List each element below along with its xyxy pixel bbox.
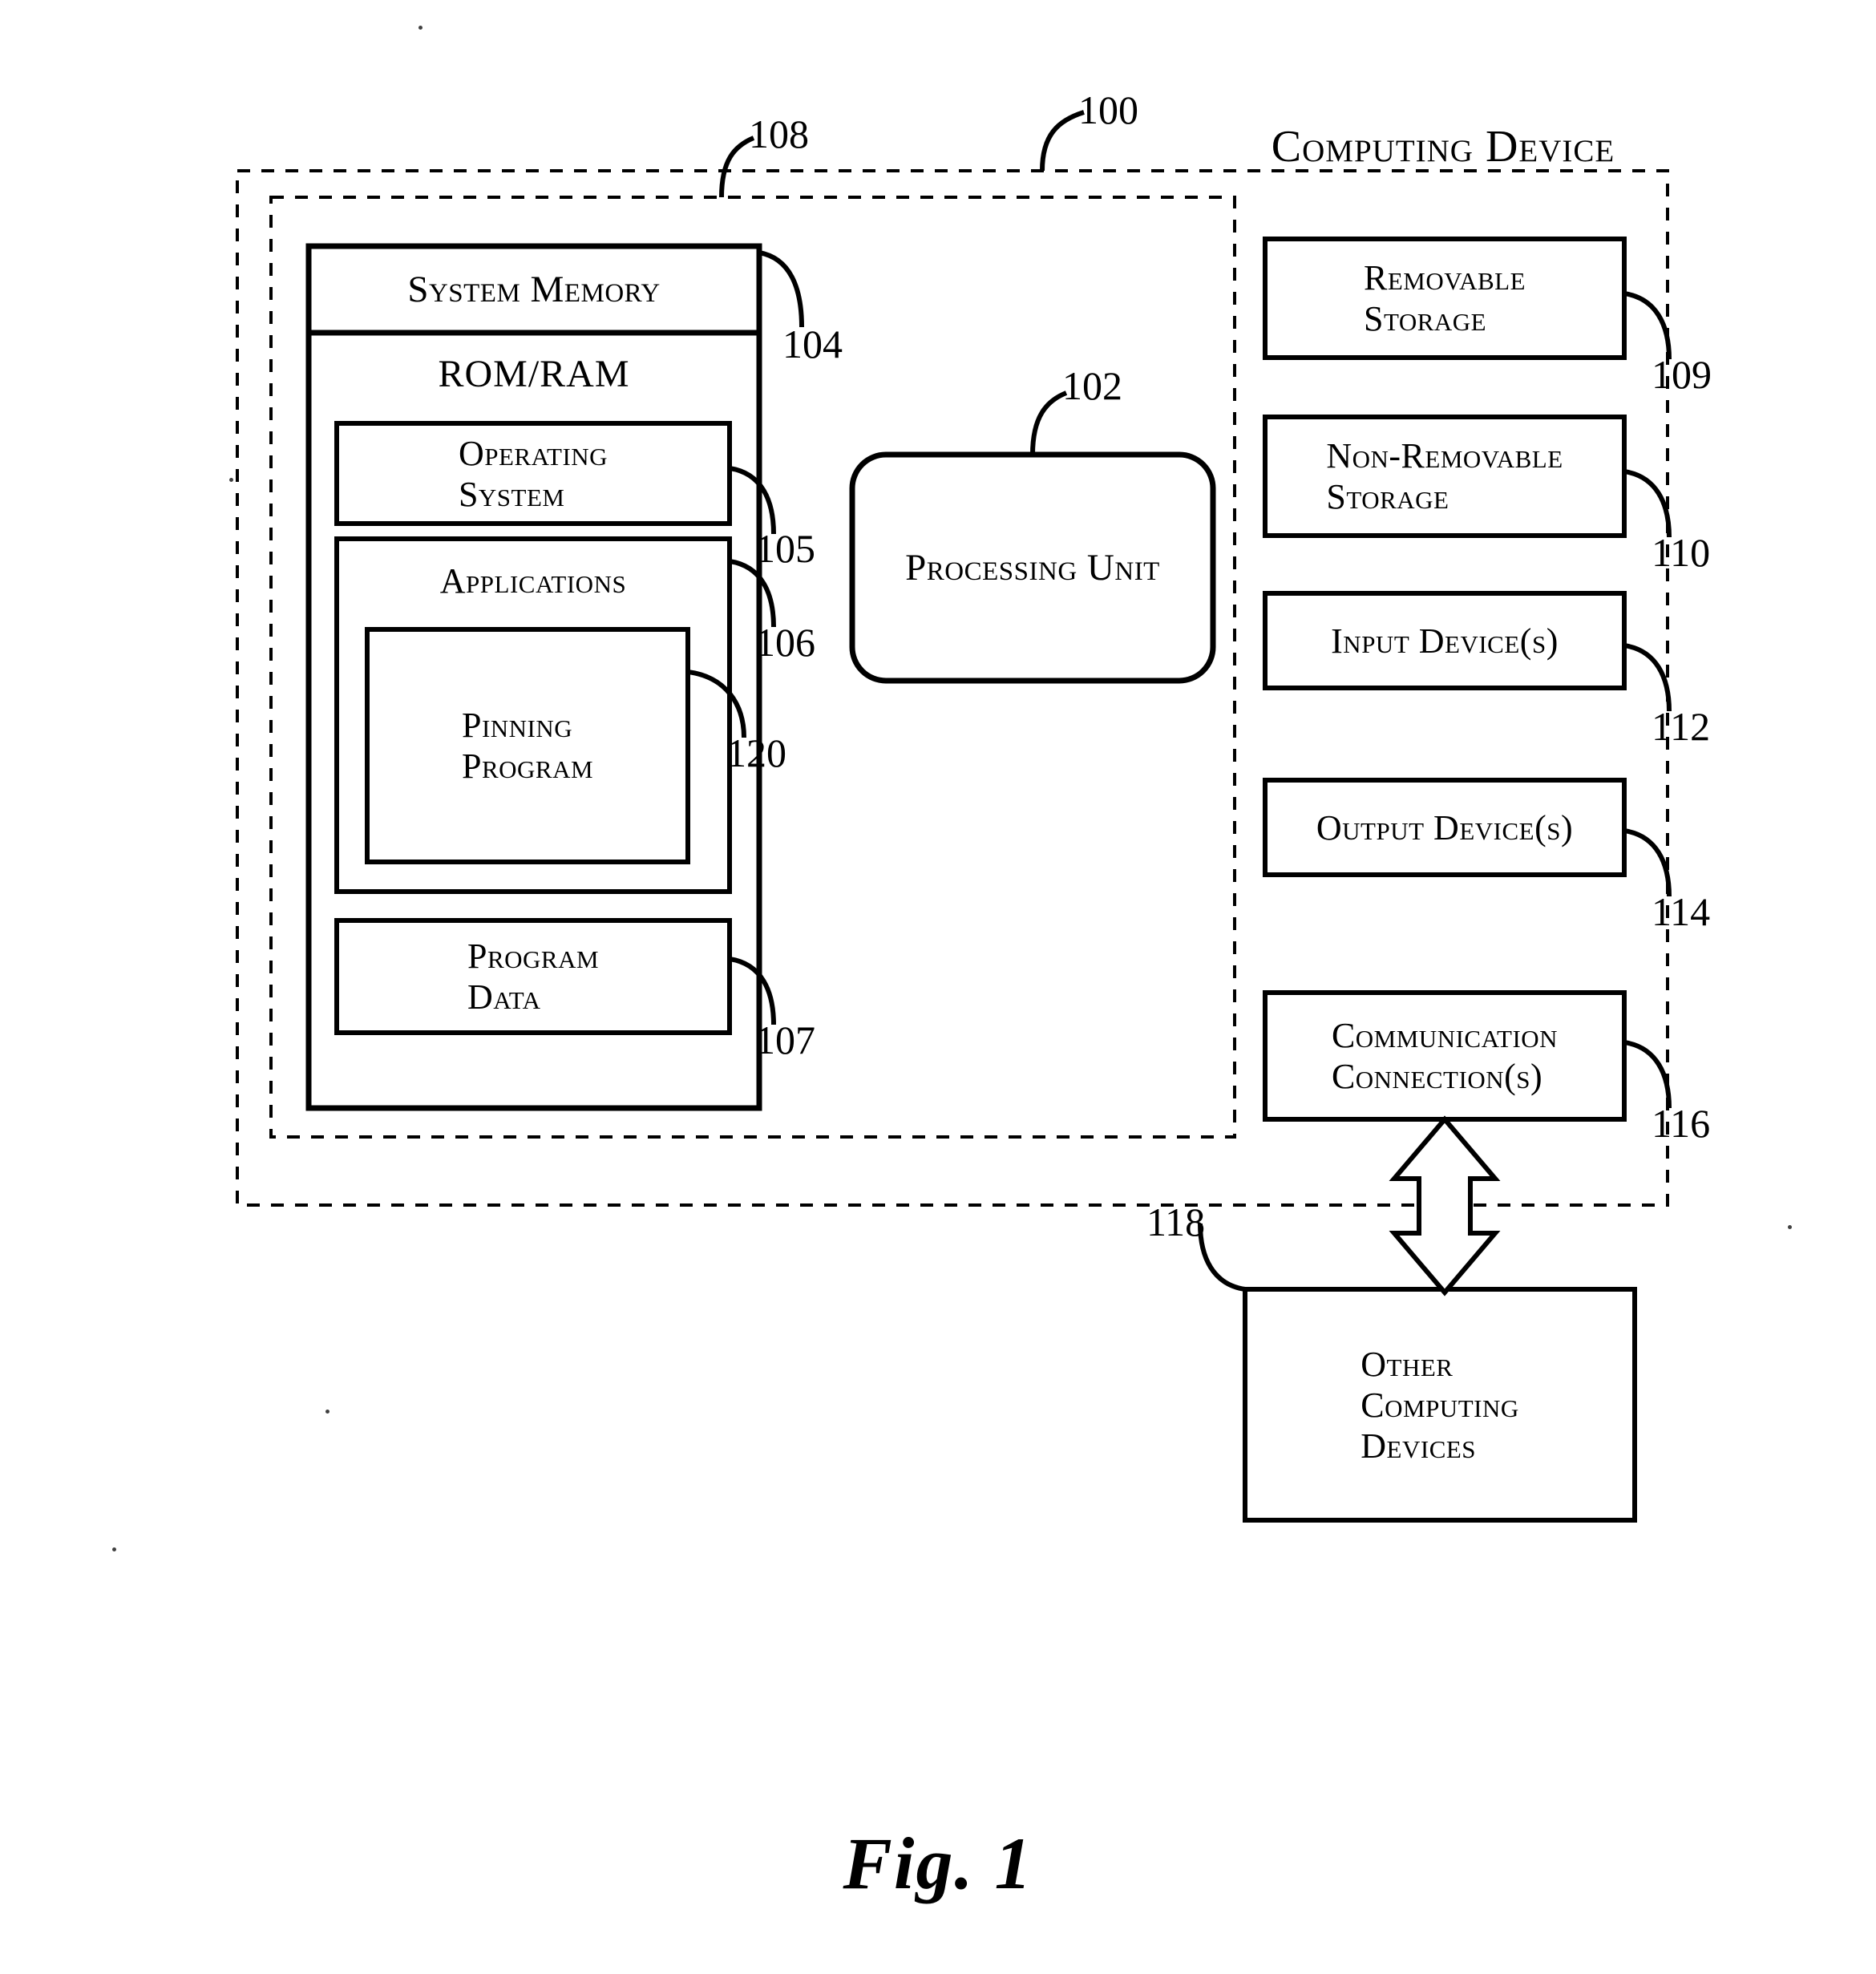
program-data-label: Program Data bbox=[467, 936, 600, 1017]
operating-system-label: Operating System bbox=[458, 433, 608, 514]
leader-114 bbox=[1623, 828, 1672, 897]
program-data-label-wrap: Program Data bbox=[337, 920, 730, 1033]
scan-speck bbox=[418, 26, 423, 30]
ref-104: 104 bbox=[782, 322, 843, 366]
ref-106: 106 bbox=[755, 620, 815, 665]
ref-116: 116 bbox=[1652, 1101, 1711, 1146]
leader-110 bbox=[1623, 469, 1672, 538]
applications-label: Applications bbox=[439, 560, 627, 601]
figure-page: Computing Device 108 100 104 102 105 106… bbox=[0, 0, 1876, 1974]
leader-120 bbox=[687, 669, 746, 738]
processing-unit-label-wrap: Processing Unit bbox=[852, 455, 1213, 681]
scan-speck bbox=[229, 478, 233, 482]
ref-112: 112 bbox=[1652, 704, 1711, 749]
ref-108: 108 bbox=[749, 111, 809, 156]
input-devices-label: Input Device(s) bbox=[1331, 621, 1559, 661]
scan-speck bbox=[1788, 1225, 1792, 1229]
system-memory-label: System Memory bbox=[407, 269, 661, 310]
removable-storage-label: Removable Storage bbox=[1363, 258, 1526, 338]
scan-speck bbox=[112, 1547, 116, 1551]
leader-116 bbox=[1623, 1040, 1672, 1109]
pinning-program-label-wrap: Pinning Program bbox=[367, 629, 688, 862]
leader-109 bbox=[1623, 291, 1672, 360]
leader-104 bbox=[758, 250, 804, 328]
ref-120: 120 bbox=[726, 730, 786, 775]
ref-109: 109 bbox=[1652, 352, 1712, 397]
leader-102 bbox=[1030, 390, 1068, 455]
ref-105: 105 bbox=[755, 526, 815, 571]
page-title: Computing Device bbox=[1271, 122, 1615, 172]
other-computing-devices-label: Other Computing Devices bbox=[1361, 1344, 1519, 1466]
communication-connection-label: Communication Connection(s) bbox=[1331, 1016, 1559, 1096]
communication-connection-label-wrap: Communication Connection(s) bbox=[1265, 993, 1624, 1119]
ref-100: 100 bbox=[1078, 87, 1138, 132]
ref-107: 107 bbox=[755, 1017, 815, 1062]
operating-system-label-wrap: Operating System bbox=[337, 423, 730, 524]
figure-caption: Fig. 1 bbox=[843, 1822, 1033, 1904]
output-devices-label: Output Device(s) bbox=[1316, 807, 1574, 847]
output-devices-label-wrap: Output Device(s) bbox=[1265, 780, 1624, 875]
pinning-program-label: Pinning Program bbox=[461, 706, 594, 786]
system-memory-label-wrap: System Memory bbox=[309, 246, 759, 333]
leader-107 bbox=[729, 957, 776, 1025]
ref-102: 102 bbox=[1062, 363, 1122, 408]
leader-112 bbox=[1623, 643, 1672, 712]
applications-label-wrap: Applications bbox=[337, 539, 730, 622]
ref-118: 118 bbox=[1146, 1199, 1206, 1244]
leader-105 bbox=[729, 466, 776, 535]
other-computing-devices-label-wrap: Other Computing Devices bbox=[1245, 1289, 1635, 1520]
scan-speck bbox=[325, 1410, 330, 1414]
non-removable-storage-label-wrap: Non-Removable Storage bbox=[1265, 417, 1624, 536]
rom-ram-label: ROM/RAM bbox=[438, 352, 630, 395]
ref-110: 110 bbox=[1652, 530, 1711, 575]
rom-ram-label-wrap: ROM/RAM bbox=[309, 337, 759, 411]
non-removable-storage-label: Non-Removable Storage bbox=[1326, 436, 1563, 516]
processing-unit-label: Processing Unit bbox=[905, 547, 1160, 589]
input-devices-label-wrap: Input Device(s) bbox=[1265, 593, 1624, 688]
ref-114: 114 bbox=[1652, 889, 1711, 934]
removable-storage-label-wrap: Removable Storage bbox=[1265, 239, 1624, 358]
leader-118 bbox=[1198, 1223, 1246, 1292]
